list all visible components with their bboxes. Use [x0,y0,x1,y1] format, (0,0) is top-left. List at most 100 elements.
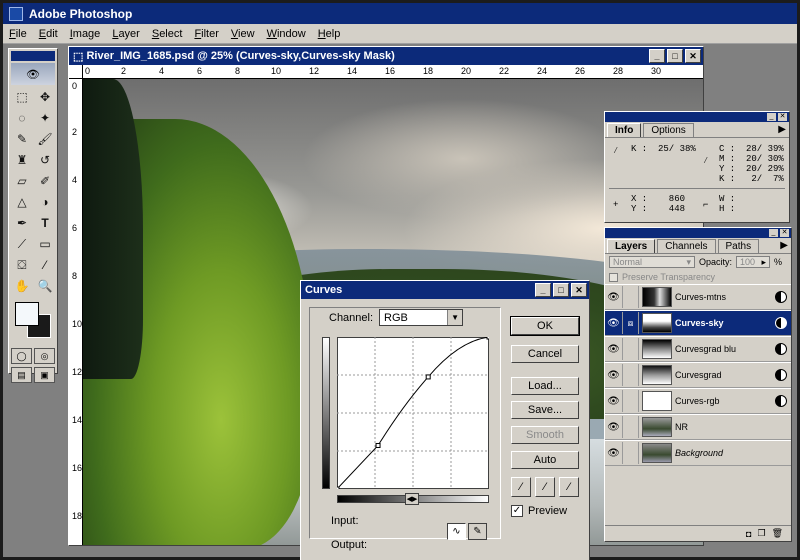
tab-info[interactable]: Info [607,123,642,137]
menu-help[interactable]: Help [312,28,347,40]
pencil-tool-icon[interactable]: ✐ [34,171,56,191]
gray-point-eyedropper-icon[interactable]: ⁄ [535,477,555,497]
close-button[interactable]: ✕ [571,283,587,297]
foreground-color-swatch[interactable] [15,302,39,326]
layer-link-box[interactable] [623,390,639,412]
new-layer-icon[interactable]: ❐ [757,528,765,539]
visibility-eye-icon[interactable]: 👁 [605,364,623,386]
preview-checkbox[interactable]: ✓ [511,505,523,517]
visibility-eye-icon[interactable]: 👁 [605,390,623,412]
panel-minimize-button[interactable]: _ [769,229,778,237]
paint-bucket-tool-icon[interactable]: ⛋ [11,255,33,275]
info-panel-titlebar[interactable]: _ ✕ [605,112,789,122]
ruler-origin[interactable] [69,65,83,79]
vertical-ruler[interactable]: 0 2 4 6 8 10 12 14 16 18 [69,79,83,545]
layer-link-box[interactable] [623,286,639,308]
move-tool-icon[interactable]: ✥ [34,87,56,107]
lasso-tool-icon[interactable]: ◌ [11,108,33,128]
layer-row[interactable]: 👁 Background [605,440,791,466]
menu-layer[interactable]: Layer [106,28,146,40]
screen-mode-icon[interactable]: ▤ [11,367,32,383]
blur-tool-icon[interactable]: △ [11,192,33,212]
save-button[interactable]: Save... [511,401,579,419]
hand-tool-icon[interactable]: ✋ [11,276,33,296]
minimize-button[interactable]: _ [649,49,665,63]
maximize-button[interactable]: □ [553,283,569,297]
layer-row[interactable]: 👁 NR [605,414,791,440]
magic-wand-tool-icon[interactable]: ✦ [34,108,56,128]
curve-control-point[interactable] [337,486,340,489]
eye-logo-icon[interactable]: 👁 [11,63,55,85]
measure-tool-icon[interactable]: ⟋ [11,234,33,254]
menu-image[interactable]: Image [64,28,107,40]
gradient-toggle-icon[interactable]: ◀▶ [405,493,419,505]
gradient-tool-icon[interactable]: ▭ [34,234,56,254]
tab-channels[interactable]: Channels [657,239,716,253]
ok-button[interactable]: OK [510,316,580,336]
visibility-eye-icon[interactable]: 👁 [605,416,623,438]
layer-row[interactable]: 👁 Curves-rgb [605,388,791,414]
maximize-button[interactable]: □ [667,49,683,63]
standard-mode-icon[interactable]: ◯ [11,348,32,364]
panel-menu-arrow-icon[interactable]: ▶ [780,240,788,251]
rubber-stamp-tool-icon[interactable]: ♜ [11,150,33,170]
history-brush-tool-icon[interactable]: ↺ [34,150,56,170]
panel-minimize-button[interactable]: _ [767,113,776,121]
curves-titlebar[interactable]: Curves _ □ ✕ [301,281,589,299]
curve-control-point[interactable] [375,442,381,448]
panel-close-button[interactable]: ✕ [780,229,789,237]
visibility-eye-icon[interactable]: 👁 [605,286,623,308]
tab-options[interactable]: Options [643,123,694,137]
airbrush-tool-icon[interactable]: ✎ [11,129,33,149]
layer-mask-link-icon[interactable]: ⧈ [623,312,639,334]
auto-button[interactable]: Auto [511,451,579,469]
layer-row[interactable]: 👁 Curvesgrad blu [605,336,791,362]
eyedropper-tool-icon[interactable]: ⁄ [34,255,56,275]
menu-edit[interactable]: Edit [33,28,64,40]
eraser-tool-icon[interactable]: ▱ [11,171,33,191]
menu-select[interactable]: Select [146,28,189,40]
horizontal-ruler[interactable]: 0 2 4 6 8 10 12 14 16 18 20 22 24 26 28 … [83,65,703,79]
blend-mode-select[interactable]: Normal ▾ [609,256,695,268]
curve-point-tool-icon[interactable]: ∿ [447,523,466,540]
menu-filter[interactable]: Filter [188,28,224,40]
smooth-button[interactable]: Smooth [511,426,579,444]
paintbrush-tool-icon[interactable]: 🖌 [34,129,56,149]
toolbox-titlebar[interactable] [11,51,55,61]
layer-row[interactable]: 👁 Curves-mtns [605,284,791,310]
white-point-eyedropper-icon[interactable]: ⁄ [559,477,579,497]
document-titlebar[interactable]: ⬚ River_IMG_1685.psd @ 25% (Curves-sky,C… [69,47,703,65]
layers-panel-titlebar[interactable]: _ ✕ [605,228,791,238]
zoom-tool-icon[interactable]: 🔍 [34,276,56,296]
layer-row[interactable]: 👁 ⧈ Curves-sky [605,310,791,336]
layer-row[interactable]: 👁 Curvesgrad [605,362,791,388]
curve-control-point[interactable] [425,374,431,380]
tab-paths[interactable]: Paths [717,239,760,253]
panel-close-button[interactable]: ✕ [778,113,787,121]
menu-view[interactable]: View [225,28,261,40]
minimize-button[interactable]: _ [535,283,551,297]
trash-icon[interactable]: 🗑 [772,528,783,539]
menu-window[interactable]: Window [261,28,312,40]
layer-link-box[interactable] [623,416,639,438]
pen-tool-icon[interactable]: ✒ [11,213,33,233]
pencil-draw-tool-icon[interactable]: ✎ [468,523,487,540]
quick-mask-mode-icon[interactable]: ◎ [34,348,55,364]
channel-select[interactable]: RGB ▼ [379,309,464,326]
visibility-eye-icon[interactable]: 👁 [605,338,623,360]
panel-menu-arrow-icon[interactable]: ▶ [778,124,786,135]
layer-link-box[interactable] [623,338,639,360]
menu-file[interactable]: File [3,28,33,40]
layer-link-box[interactable] [623,442,639,464]
full-screen-mode-icon[interactable]: ▣ [34,367,55,383]
black-point-eyedropper-icon[interactable]: ⁄ [511,477,531,497]
layer-link-box[interactable] [623,364,639,386]
curve-graph[interactable] [337,337,489,489]
marquee-tool-icon[interactable]: ⬚ [11,87,33,107]
cancel-button[interactable]: Cancel [511,345,579,363]
new-layer-mask-icon[interactable]: ◘ [746,529,751,539]
curve-control-point[interactable] [486,337,489,340]
visibility-eye-icon[interactable]: 👁 [605,442,623,464]
preserve-transparency-checkbox[interactable] [609,272,618,282]
type-tool-icon[interactable]: T [34,213,56,233]
